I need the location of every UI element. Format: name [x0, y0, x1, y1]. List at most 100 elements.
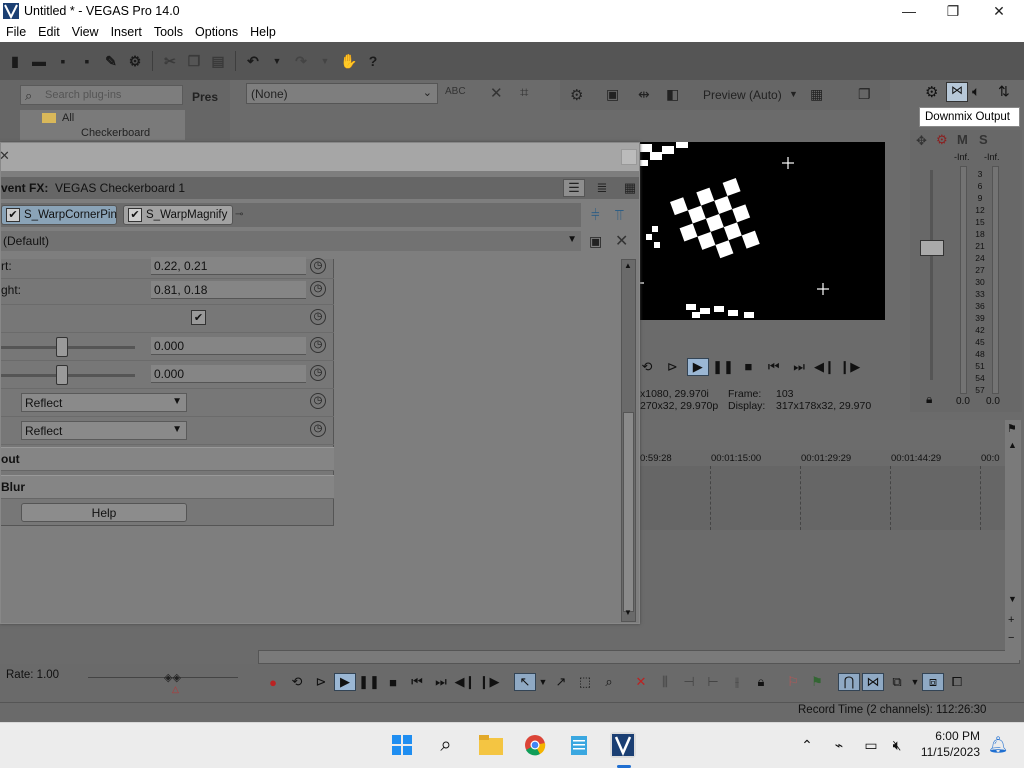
lock-icon[interactable]: 🔒︎ — [750, 674, 772, 690]
preset-select[interactable]: (Default) ▼ — [1, 231, 581, 251]
timeline-horizontal-scrollbar[interactable] — [258, 650, 1020, 664]
vegas-pro-taskbar-icon[interactable] — [610, 732, 636, 758]
grid-view-icon[interactable]: ▦ — [619, 179, 641, 197]
remove-plugin-icon[interactable]: ⫪ — [615, 207, 623, 224]
save-preset-icon[interactable]: ▣ — [589, 233, 602, 250]
volume-fader-handle[interactable] — [920, 240, 944, 256]
play-icon[interactable]: ▶ — [686, 358, 709, 376]
save-as-icon[interactable]: ▪ — [78, 52, 96, 70]
selection-tool-icon[interactable]: ⬚ — [574, 674, 596, 690]
animate-clock-icon[interactable]: ◷ — [310, 309, 326, 325]
cut-icon[interactable]: ✂ — [161, 52, 179, 70]
checkmark-icon[interactable]: ✔ — [128, 208, 142, 222]
record-icon[interactable]: ● — [262, 675, 284, 690]
fx-icon[interactable]: ⚙ — [936, 132, 948, 148]
param-input[interactable]: 0.81, 0.18 — [151, 281, 306, 299]
close-button[interactable]: ✕ — [976, 0, 1022, 22]
file-explorer-icon[interactable] — [478, 732, 504, 758]
tree-item-checkerboard[interactable]: Checkerboard — [81, 127, 150, 139]
rate-slider-thumb[interactable]: ◈◈ — [164, 671, 181, 684]
param-slider-track[interactable] — [1, 346, 135, 349]
stop-icon[interactable]: ■ — [382, 675, 404, 690]
help-button[interactable]: Help — [21, 503, 187, 522]
trim-end-icon[interactable]: ⊢ — [702, 674, 724, 690]
insert-region-icon[interactable]: ⚑ — [806, 674, 828, 690]
maximize-button[interactable]: ❐ — [930, 0, 976, 22]
downmix-output-icon[interactable]: ⋈ — [946, 82, 968, 102]
list-view-icon[interactable]: ☰ — [563, 179, 585, 197]
animate-clock-icon[interactable]: ◷ — [310, 258, 326, 274]
chrome-icon[interactable] — [522, 732, 548, 758]
system-clock[interactable]: 6:00 PM 11/15/2023 — [920, 728, 980, 760]
checkmark-icon[interactable]: ✔ — [6, 208, 20, 222]
go-to-start-icon[interactable]: ⏮ — [406, 674, 428, 690]
fx-vertical-scrollbar[interactable]: ▲ ▼ — [621, 259, 636, 622]
render-icon[interactable]: ✎ — [102, 52, 120, 70]
tool-dropdown-icon[interactable]: ▼ — [538, 677, 548, 687]
tree-item-all[interactable]: All — [62, 112, 74, 124]
abc-icon[interactable]: ABC — [445, 86, 466, 97]
close-icon[interactable]: ✕ — [0, 148, 10, 164]
ripple-dropdown-icon[interactable]: ▼ — [910, 677, 920, 687]
event-fx-titlebar[interactable]: ✕ — [0, 143, 639, 171]
edge-mode-select[interactable]: Reflect ▼ — [21, 393, 187, 412]
normal-edit-tool-icon[interactable]: ↖ — [514, 673, 536, 691]
ripple-edit-icon[interactable]: ⧉ — [886, 674, 908, 690]
menu-edit[interactable]: Edit — [32, 25, 66, 39]
paste-icon[interactable]: ▤ — [209, 52, 227, 70]
search-icon[interactable]: ⌕ — [433, 732, 459, 758]
animate-clock-icon[interactable]: ◷ — [310, 421, 326, 437]
timeline-tracks[interactable] — [640, 466, 1005, 530]
section-header-output[interactable]: out — [1, 447, 334, 471]
rate-slider[interactable] — [88, 677, 238, 678]
grid-overlay-icon[interactable]: ▦ — [810, 86, 823, 103]
mute-button[interactable]: M — [957, 132, 968, 147]
delete-preset-icon[interactable]: ✕ — [615, 231, 628, 251]
compact-view-icon[interactable]: ≣ — [591, 179, 613, 197]
insert-marker-icon[interactable]: ⚐ — [782, 674, 804, 690]
menu-file[interactable]: File — [0, 25, 32, 39]
play-icon[interactable]: ▶ — [334, 673, 356, 691]
notepad-icon[interactable] — [566, 732, 592, 758]
zoom-out-icon[interactable]: − — [1008, 632, 1014, 644]
section-header-blur[interactable]: Blur — [1, 475, 334, 499]
crop-icon[interactable]: ⌗ — [520, 84, 528, 101]
preview-overlay-icon[interactable]: ◧ — [666, 86, 679, 103]
scroll-up-icon[interactable]: ▲ — [624, 261, 632, 270]
mixer-bus-icon[interactable]: ⇅ — [998, 83, 1010, 100]
animate-clock-icon[interactable]: ◷ — [310, 365, 326, 381]
menu-tools[interactable]: Tools — [148, 25, 189, 39]
external-monitor-icon[interactable]: ▣ — [606, 86, 619, 103]
plugin-search-input[interactable]: ⌕ Search plug-ins — [20, 85, 183, 105]
trim-icon[interactable]: ⫼ — [654, 674, 676, 690]
zoom-in-icon[interactable]: + — [1008, 614, 1014, 626]
trim-start-icon[interactable]: ⊣ — [678, 674, 700, 690]
loop-icon[interactable]: ⟲ — [286, 674, 308, 690]
undo-dropdown-icon[interactable]: ▼ — [268, 52, 286, 70]
preview-settings-icon[interactable]: ⚙ — [570, 86, 583, 104]
enable-snapping-icon[interactable]: ✋ — [340, 52, 358, 70]
go-to-end-icon[interactable]: ⏭ — [430, 674, 452, 690]
menu-insert[interactable]: Insert — [105, 25, 148, 39]
properties-icon[interactable]: ⚙ — [126, 52, 144, 70]
windows-start-icon[interactable] — [389, 732, 415, 758]
preview-quality-select[interactable]: Preview (Auto) — [703, 88, 782, 102]
copy-icon[interactable]: ❐ — [185, 52, 203, 70]
play-from-start-icon[interactable]: ⊳ — [661, 359, 683, 375]
timeline-ruler[interactable]: 0:59:28 00:01:15:00 00:01:29:29 00:01:44… — [640, 450, 1005, 466]
delete-x-icon[interactable]: ✕ — [490, 84, 503, 102]
chevron-down-icon[interactable]: ▼ — [789, 89, 798, 99]
undo-icon[interactable]: ↶ — [244, 52, 262, 70]
menu-help[interactable]: Help — [244, 25, 282, 39]
redo-icon[interactable]: ↷ — [292, 52, 310, 70]
track-motion-icon[interactable]: ✥ — [916, 133, 927, 149]
go-to-end-icon[interactable]: ⏭ — [788, 359, 810, 375]
solo-button[interactable]: S — [979, 132, 988, 147]
edge-mode-select[interactable]: Reflect ▼ — [21, 421, 187, 440]
delete-icon[interactable]: ✕ — [630, 674, 652, 690]
snapping-icon[interactable]: ⋂ — [838, 673, 860, 691]
param-input[interactable]: 0.22, 0.21 — [151, 257, 306, 275]
animate-clock-icon[interactable]: ◷ — [310, 281, 326, 297]
animate-clock-icon[interactable]: ◷ — [310, 393, 326, 409]
param-input[interactable]: 0.000 — [151, 337, 306, 355]
